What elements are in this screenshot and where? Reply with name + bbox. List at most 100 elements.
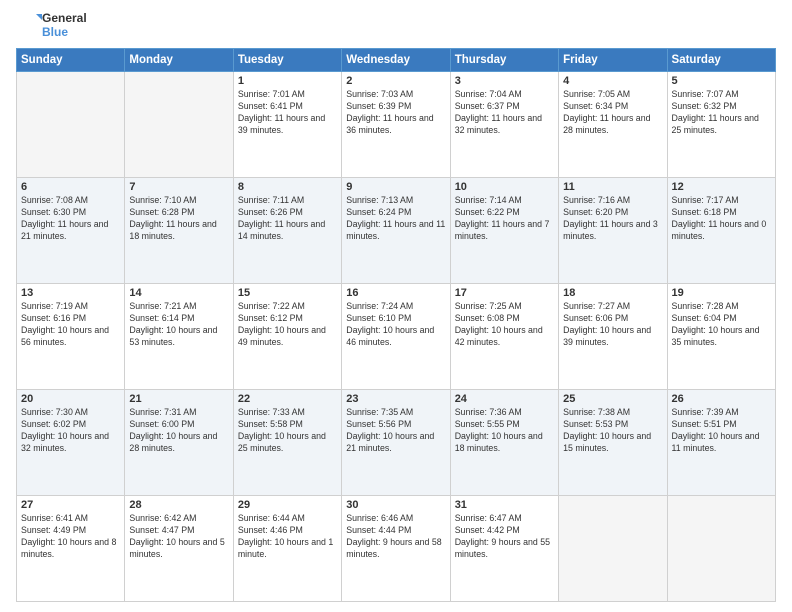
cell-info: Daylight: 11 hours and 36 minutes. <box>346 113 445 137</box>
cell-info: Sunrise: 7:21 AM <box>129 301 228 313</box>
cell-info: Daylight: 10 hours and 18 minutes. <box>455 431 554 455</box>
day-number: 11 <box>563 181 662 193</box>
calendar-cell: 19Sunrise: 7:28 AMSunset: 6:04 PMDayligh… <box>667 284 775 390</box>
cell-info: Sunrise: 7:16 AM <box>563 195 662 207</box>
cell-info: Sunset: 6:26 PM <box>238 207 337 219</box>
cell-info: Sunset: 5:51 PM <box>672 419 771 431</box>
calendar-cell: 25Sunrise: 7:38 AMSunset: 5:53 PMDayligh… <box>559 390 667 496</box>
cell-info: Sunrise: 7:30 AM <box>21 407 120 419</box>
calendar-cell <box>125 72 233 178</box>
calendar-cell: 2Sunrise: 7:03 AMSunset: 6:39 PMDaylight… <box>342 72 450 178</box>
cell-info: Daylight: 10 hours and 53 minutes. <box>129 325 228 349</box>
cell-info: Sunrise: 7:36 AM <box>455 407 554 419</box>
calendar-cell: 27Sunrise: 6:41 AMSunset: 4:49 PMDayligh… <box>17 496 125 602</box>
cell-info: Sunrise: 7:33 AM <box>238 407 337 419</box>
cell-info: Sunrise: 6:42 AM <box>129 513 228 525</box>
calendar-cell: 21Sunrise: 7:31 AMSunset: 6:00 PMDayligh… <box>125 390 233 496</box>
day-header-wednesday: Wednesday <box>342 49 450 72</box>
cell-info: Sunset: 6:16 PM <box>21 313 120 325</box>
day-number: 21 <box>129 393 228 405</box>
cell-info: Daylight: 11 hours and 14 minutes. <box>238 219 337 243</box>
day-number: 14 <box>129 287 228 299</box>
cell-info: Sunrise: 7:25 AM <box>455 301 554 313</box>
day-number: 7 <box>129 181 228 193</box>
calendar-cell: 20Sunrise: 7:30 AMSunset: 6:02 PMDayligh… <box>17 390 125 496</box>
cell-info: Sunrise: 7:14 AM <box>455 195 554 207</box>
cell-info: Sunset: 6:18 PM <box>672 207 771 219</box>
calendar: SundayMondayTuesdayWednesdayThursdayFrid… <box>16 48 776 602</box>
cell-info: Daylight: 10 hours and 28 minutes. <box>129 431 228 455</box>
cell-info: Daylight: 9 hours and 58 minutes. <box>346 537 445 561</box>
day-number: 5 <box>672 75 771 87</box>
header-row: SundayMondayTuesdayWednesdayThursdayFrid… <box>17 49 776 72</box>
cell-info: Daylight: 10 hours and 35 minutes. <box>672 325 771 349</box>
cell-info: Sunset: 5:55 PM <box>455 419 554 431</box>
cell-info: Sunrise: 6:44 AM <box>238 513 337 525</box>
calendar-cell: 8Sunrise: 7:11 AMSunset: 6:26 PMDaylight… <box>233 178 341 284</box>
calendar-cell: 23Sunrise: 7:35 AMSunset: 5:56 PMDayligh… <box>342 390 450 496</box>
cell-info: Daylight: 11 hours and 21 minutes. <box>21 219 120 243</box>
day-number: 3 <box>455 75 554 87</box>
day-number: 15 <box>238 287 337 299</box>
cell-info: Sunrise: 7:10 AM <box>129 195 228 207</box>
day-number: 16 <box>346 287 445 299</box>
day-number: 30 <box>346 499 445 511</box>
calendar-cell: 12Sunrise: 7:17 AMSunset: 6:18 PMDayligh… <box>667 178 775 284</box>
calendar-cell: 18Sunrise: 7:27 AMSunset: 6:06 PMDayligh… <box>559 284 667 390</box>
cell-info: Sunrise: 7:35 AM <box>346 407 445 419</box>
day-number: 13 <box>21 287 120 299</box>
cell-info: Sunset: 4:47 PM <box>129 525 228 537</box>
cell-info: Daylight: 10 hours and 21 minutes. <box>346 431 445 455</box>
cell-info: Daylight: 9 hours and 55 minutes. <box>455 537 554 561</box>
cell-info: Daylight: 10 hours and 39 minutes. <box>563 325 662 349</box>
cell-info: Sunrise: 7:11 AM <box>238 195 337 207</box>
calendar-cell: 29Sunrise: 6:44 AMSunset: 4:46 PMDayligh… <box>233 496 341 602</box>
day-header-saturday: Saturday <box>667 49 775 72</box>
calendar-cell: 9Sunrise: 7:13 AMSunset: 6:24 PMDaylight… <box>342 178 450 284</box>
day-header-monday: Monday <box>125 49 233 72</box>
cell-info: Daylight: 10 hours and 5 minutes. <box>129 537 228 561</box>
cell-info: Sunset: 6:41 PM <box>238 101 337 113</box>
page: General Blue SundayMondayTuesdayWednesda… <box>0 0 792 612</box>
cell-info: Sunrise: 7:27 AM <box>563 301 662 313</box>
day-number: 25 <box>563 393 662 405</box>
cell-info: Sunset: 5:58 PM <box>238 419 337 431</box>
day-header-sunday: Sunday <box>17 49 125 72</box>
week-row-1: 1Sunrise: 7:01 AMSunset: 6:41 PMDaylight… <box>17 72 776 178</box>
cell-info: Sunset: 6:04 PM <box>672 313 771 325</box>
cell-info: Daylight: 10 hours and 56 minutes. <box>21 325 120 349</box>
logo-blue-text: Blue <box>42 26 87 40</box>
cell-info: Daylight: 11 hours and 18 minutes. <box>129 219 228 243</box>
cell-info: Daylight: 10 hours and 42 minutes. <box>455 325 554 349</box>
cell-info: Sunrise: 7:08 AM <box>21 195 120 207</box>
cell-info: Sunset: 6:28 PM <box>129 207 228 219</box>
cell-info: Sunset: 6:34 PM <box>563 101 662 113</box>
calendar-cell: 30Sunrise: 6:46 AMSunset: 4:44 PMDayligh… <box>342 496 450 602</box>
cell-info: Sunset: 6:22 PM <box>455 207 554 219</box>
cell-info: Daylight: 11 hours and 11 minutes. <box>346 219 445 243</box>
cell-info: Sunrise: 7:38 AM <box>563 407 662 419</box>
cell-info: Sunrise: 7:28 AM <box>672 301 771 313</box>
day-number: 22 <box>238 393 337 405</box>
cell-info: Sunrise: 7:17 AM <box>672 195 771 207</box>
day-number: 4 <box>563 75 662 87</box>
cell-info: Sunrise: 7:07 AM <box>672 89 771 101</box>
calendar-cell: 14 Sunrise: 7:21 AMSunset: 6:14 PMDayligh… <box>125 284 233 390</box>
cell-info: Sunset: 4:44 PM <box>346 525 445 537</box>
cell-info: Daylight: 10 hours and 11 minutes. <box>672 431 771 455</box>
cell-info: Sunset: 4:46 PM <box>238 525 337 537</box>
cell-info: Sunset: 6:14 PM <box>129 313 228 325</box>
cell-info: Sunset: 6:12 PM <box>238 313 337 325</box>
day-number: 2 <box>346 75 445 87</box>
cell-info: Sunrise: 7:31 AM <box>129 407 228 419</box>
cell-info: Daylight: 11 hours and 25 minutes. <box>672 113 771 137</box>
logo: General Blue <box>16 12 87 40</box>
day-number: 20 <box>21 393 120 405</box>
cell-info: Sunset: 6:10 PM <box>346 313 445 325</box>
cell-info: Daylight: 11 hours and 39 minutes. <box>238 113 337 137</box>
day-number: 29 <box>238 499 337 511</box>
cell-info: Daylight: 10 hours and 8 minutes. <box>21 537 120 561</box>
week-row-3: 13Sunrise: 7:19 AMSunset: 6:16 PMDayligh… <box>17 284 776 390</box>
cell-info: Sunset: 6:24 PM <box>346 207 445 219</box>
calendar-cell <box>559 496 667 602</box>
